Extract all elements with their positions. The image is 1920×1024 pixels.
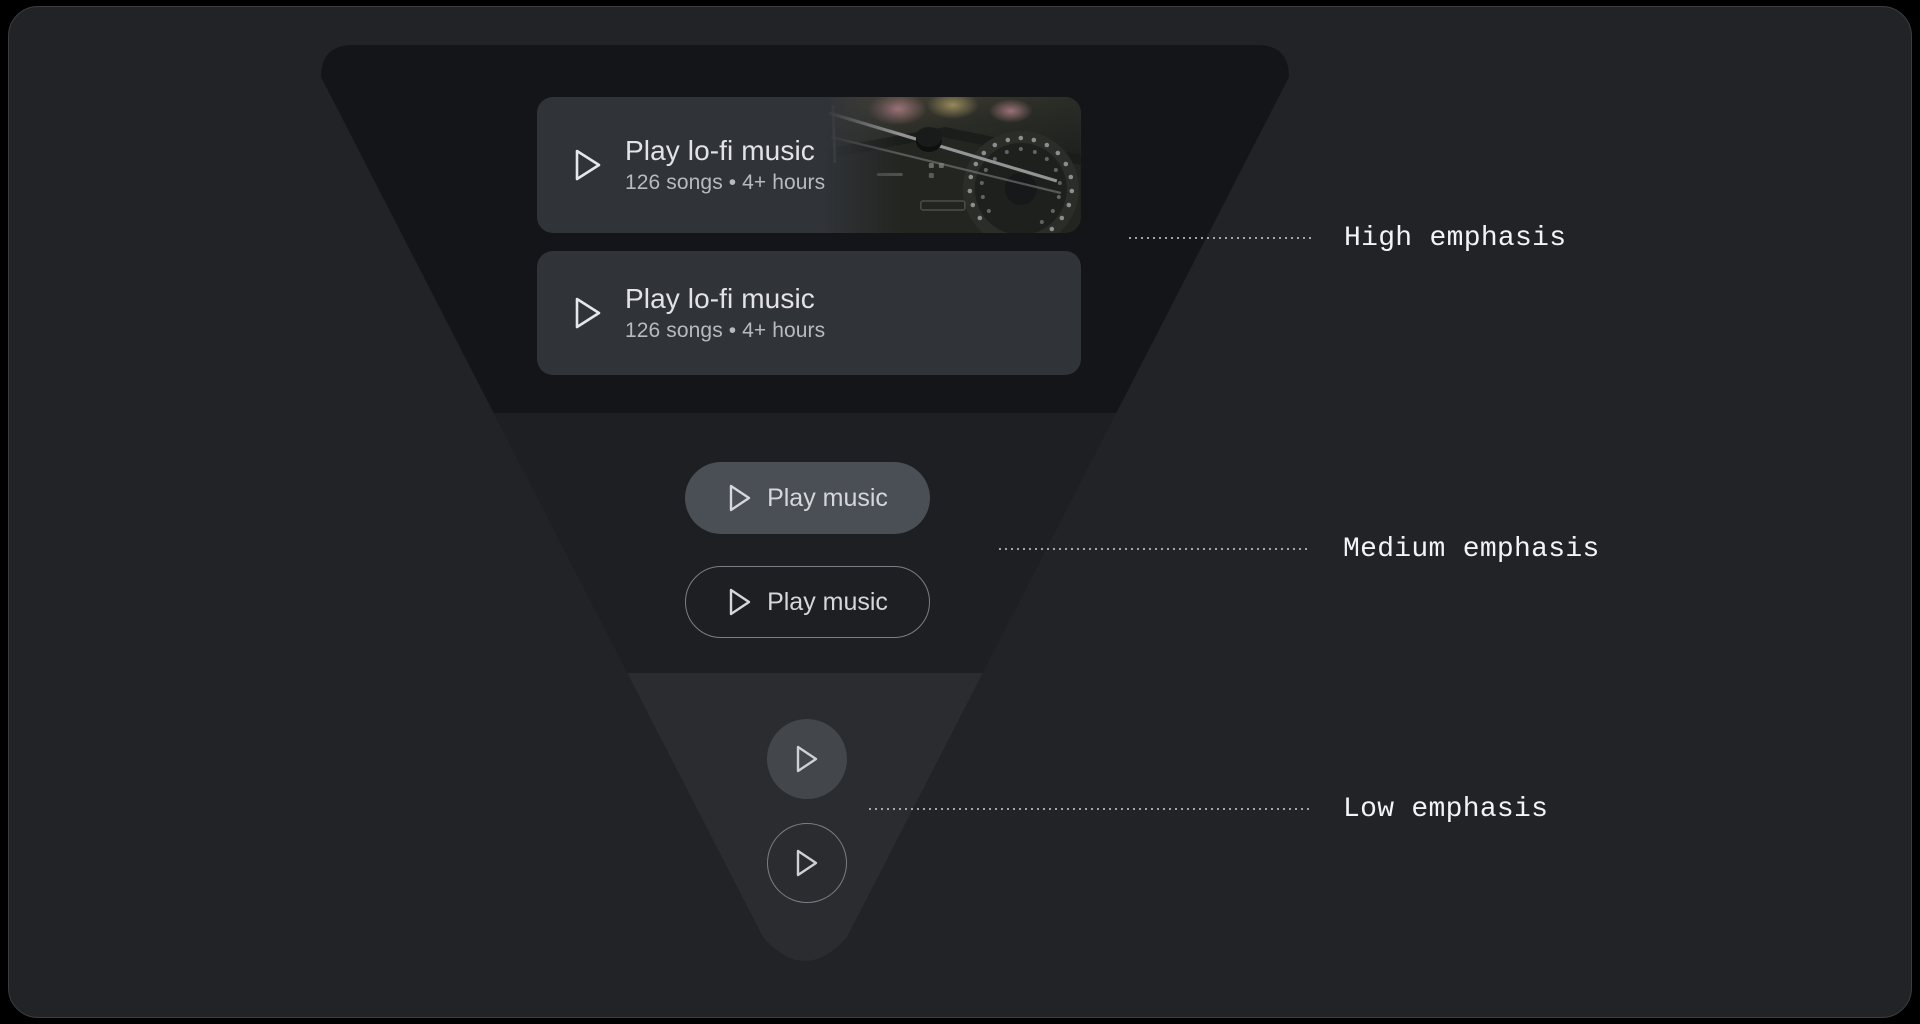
play-triangle-icon	[575, 149, 601, 181]
dotted-leader-line	[867, 808, 1310, 810]
button-label: Play music	[767, 587, 888, 616]
card-subtitle: 126 songs • 4+ hours	[625, 319, 826, 342]
play-triangle-icon	[729, 484, 751, 512]
card-title: Play lo-fi music	[625, 283, 815, 314]
button-label: Play music	[767, 483, 888, 512]
card-title: Play lo-fi music	[625, 135, 815, 166]
diagram-frame: Play lo-fi music 126 songs • 4+ hours Pl…	[8, 6, 1912, 1018]
card-subtitle: 126 songs • 4+ hours	[625, 171, 826, 194]
play-triangle-icon	[796, 745, 818, 773]
dotted-leader-line	[1127, 237, 1311, 239]
dotted-leader-line	[997, 548, 1310, 550]
callout-label: Low emphasis	[1343, 793, 1549, 825]
play-icon-outlined-button[interactable]	[767, 823, 847, 903]
play-music-filled-button[interactable]: Play music	[685, 462, 930, 534]
card-play-lofi-plain[interactable]: Play lo-fi music 126 songs • 4+ hours	[537, 251, 1081, 375]
play-triangle-icon	[796, 849, 818, 877]
card-play-lofi-with-image[interactable]: Play lo-fi music 126 songs • 4+ hours	[537, 97, 1081, 233]
turntable-photo	[825, 97, 1081, 233]
callout-label: Medium emphasis	[1343, 533, 1600, 565]
callout-label: High emphasis	[1344, 222, 1567, 254]
play-music-outlined-button[interactable]: Play music	[685, 566, 930, 638]
play-icon-filled-button[interactable]	[767, 719, 847, 799]
play-triangle-icon	[729, 588, 751, 616]
callout-medium-emphasis: Medium emphasis	[997, 532, 1600, 566]
callout-low-emphasis: Low emphasis	[867, 792, 1548, 826]
play-triangle-icon	[575, 297, 601, 329]
callout-high-emphasis: High emphasis	[1127, 221, 1566, 255]
